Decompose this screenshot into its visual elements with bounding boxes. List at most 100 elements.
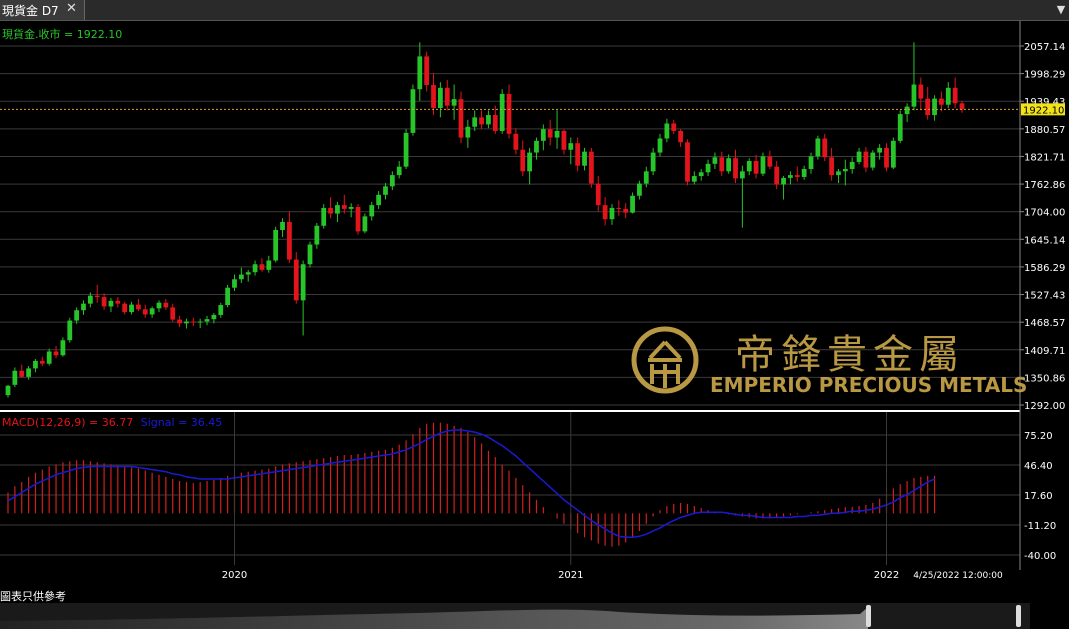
price-tick-label: 1468.57 bbox=[1024, 318, 1065, 329]
candle-body bbox=[884, 147, 889, 168]
candle bbox=[698, 168, 704, 181]
watermark-chinese: 帝鋒貴金屬 bbox=[735, 332, 965, 378]
candle-body bbox=[760, 156, 766, 174]
candle bbox=[513, 128, 519, 155]
price-tick-label: 2057.14 bbox=[1024, 42, 1065, 53]
chart-area[interactable]: 帝鋒貴金屬 EMPERIO PRECIOUS METALS 2057.14 199… bbox=[0, 0, 1069, 629]
candle bbox=[671, 119, 677, 134]
candle-body bbox=[513, 133, 519, 150]
candle-body bbox=[643, 171, 649, 184]
macd-tick-label: -11.20 bbox=[1024, 521, 1056, 532]
candle bbox=[678, 129, 683, 147]
candle bbox=[637, 180, 642, 200]
candle-body bbox=[822, 138, 828, 158]
candle bbox=[142, 304, 148, 318]
candle-body bbox=[719, 157, 725, 172]
candle bbox=[369, 201, 375, 221]
candle bbox=[74, 307, 80, 324]
candle-body bbox=[733, 158, 738, 179]
candle-body bbox=[238, 274, 244, 280]
candle bbox=[136, 298, 141, 312]
scroll-handle-right bbox=[1016, 605, 1021, 627]
price-tick-label: 1527.43 bbox=[1024, 291, 1065, 302]
candle bbox=[712, 152, 718, 169]
candle bbox=[836, 168, 841, 184]
candle bbox=[101, 293, 107, 310]
candle-body bbox=[836, 171, 841, 176]
candle bbox=[561, 129, 567, 155]
candle bbox=[904, 103, 910, 123]
candle bbox=[527, 147, 532, 185]
candle bbox=[918, 77, 924, 111]
candle-body bbox=[314, 225, 320, 245]
candle-body bbox=[33, 360, 38, 369]
candle-body bbox=[218, 305, 224, 315]
candle-body bbox=[5, 385, 11, 396]
candle-body bbox=[149, 308, 155, 315]
candle-body bbox=[877, 147, 883, 153]
candle bbox=[348, 203, 354, 218]
candle bbox=[184, 318, 189, 329]
candle bbox=[280, 218, 285, 238]
candle-body bbox=[170, 307, 176, 320]
candle-body bbox=[94, 295, 100, 298]
candle bbox=[616, 200, 622, 216]
time-tick-label: 2021 bbox=[558, 570, 583, 581]
candle bbox=[808, 152, 814, 174]
candle-body bbox=[554, 130, 560, 138]
signal-label: Signal = 36.45 bbox=[141, 416, 223, 429]
candle bbox=[12, 367, 18, 388]
candle-body bbox=[856, 151, 862, 162]
candle-body bbox=[410, 89, 416, 133]
candle bbox=[582, 147, 587, 171]
candle-body bbox=[287, 222, 292, 260]
candle bbox=[273, 226, 279, 263]
candle-body bbox=[870, 152, 876, 168]
candle-body bbox=[204, 319, 210, 322]
candle bbox=[225, 284, 231, 308]
candle bbox=[499, 89, 505, 134]
candle-body bbox=[300, 264, 306, 301]
candle bbox=[554, 110, 560, 149]
macd-tick-label: 17.60 bbox=[1024, 491, 1053, 502]
candle bbox=[438, 82, 443, 118]
price-tick-label: 1880.57 bbox=[1024, 125, 1065, 136]
candle bbox=[822, 133, 828, 162]
candle bbox=[932, 95, 937, 121]
candle-body bbox=[438, 87, 443, 108]
time-scrollbar[interactable] bbox=[0, 603, 1030, 629]
candle-body bbox=[753, 161, 759, 174]
price-tick-label: 1998.29 bbox=[1024, 70, 1065, 81]
last-price-tag-label: 1922.10 bbox=[1023, 105, 1064, 116]
candle bbox=[170, 303, 176, 322]
candle-body bbox=[259, 264, 265, 270]
candle-body bbox=[705, 163, 711, 173]
candle-body bbox=[561, 130, 567, 150]
candle bbox=[492, 105, 498, 134]
candle bbox=[739, 165, 745, 228]
candle-body bbox=[108, 300, 114, 307]
macd-tick-label: -40.00 bbox=[1024, 551, 1056, 562]
candle bbox=[657, 133, 663, 157]
candle-body bbox=[595, 183, 601, 206]
candle bbox=[801, 165, 807, 180]
candle-body bbox=[794, 175, 800, 177]
candle bbox=[540, 124, 546, 151]
candle-body bbox=[273, 229, 279, 261]
time-tick-label: 2022 bbox=[874, 570, 899, 581]
candle bbox=[952, 77, 958, 108]
candle-body bbox=[60, 340, 66, 356]
candle bbox=[458, 91, 464, 144]
candle bbox=[767, 150, 773, 169]
candle-body bbox=[767, 156, 773, 167]
watermark-english: EMPERIO PRECIOUS METALS bbox=[710, 373, 1027, 397]
candle-body bbox=[657, 138, 663, 153]
candle-body bbox=[156, 302, 162, 309]
candle-body bbox=[403, 132, 409, 167]
candle bbox=[190, 317, 196, 327]
candle-body bbox=[671, 123, 677, 131]
candle-body bbox=[465, 126, 471, 138]
candle bbox=[588, 147, 594, 188]
scroll-overview bbox=[0, 605, 1021, 629]
scroll-handle-left bbox=[866, 605, 871, 627]
